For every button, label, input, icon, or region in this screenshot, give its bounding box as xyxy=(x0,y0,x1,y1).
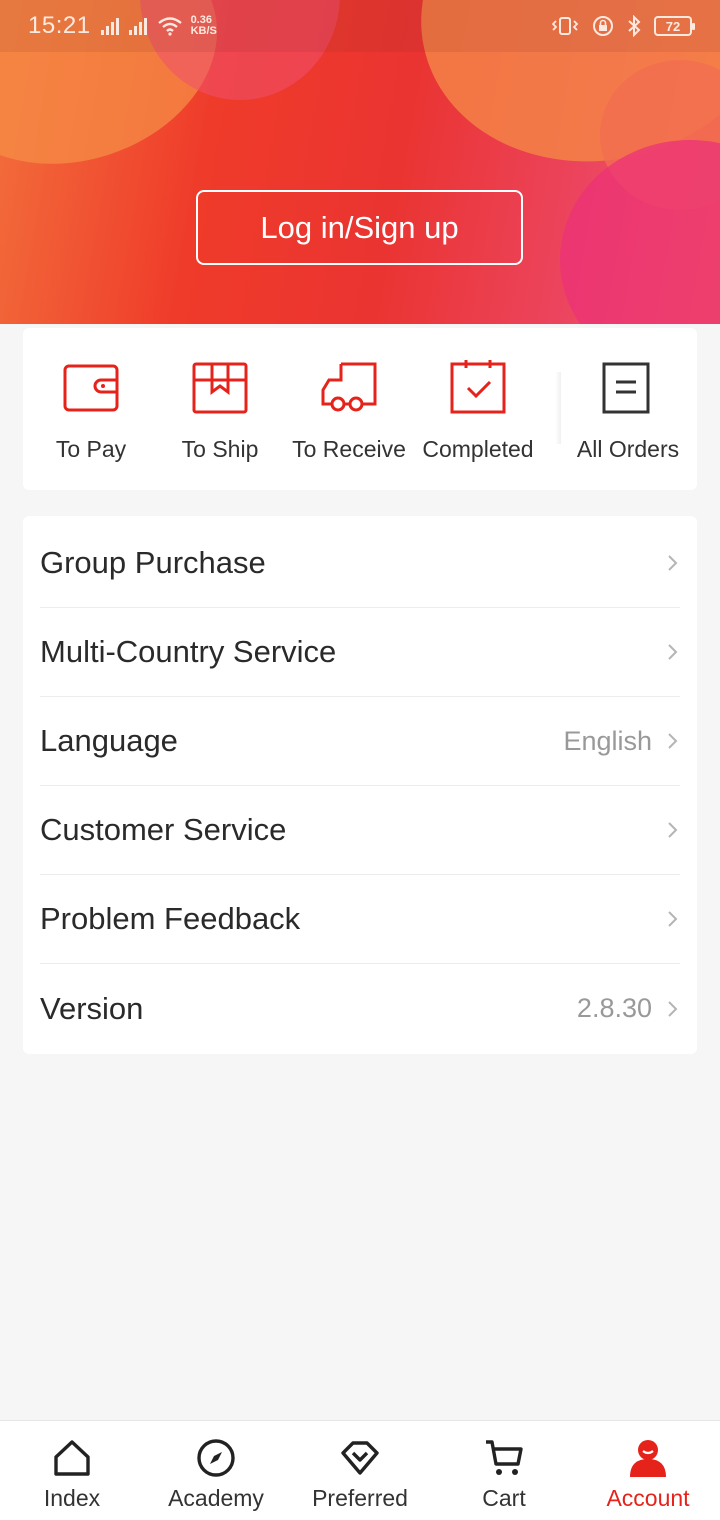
orders-divider xyxy=(555,372,561,444)
rotation-lock-icon xyxy=(593,16,613,36)
nav-index[interactable]: Index xyxy=(0,1421,144,1520)
bottom-nav: Index Academy Preferred Cart Account xyxy=(0,1420,720,1520)
menu-label: Multi-Country Service xyxy=(40,634,337,669)
checked-box-icon xyxy=(450,360,506,414)
chevron-right-icon xyxy=(668,644,678,660)
menu-label: Version xyxy=(40,990,144,1026)
bluetooth-icon xyxy=(628,15,641,37)
home-icon xyxy=(54,1440,90,1476)
menu-item-language[interactable]: Language English xyxy=(40,697,680,786)
chevron-right-icon xyxy=(668,1000,678,1017)
nav-label: Preferred xyxy=(312,1485,408,1511)
chevron-right-icon xyxy=(668,911,678,927)
decor-blob xyxy=(560,140,720,324)
menu-label: Problem Feedback xyxy=(40,901,301,936)
nav-academy[interactable]: Academy xyxy=(144,1421,288,1520)
menu-item-multi-country-service[interactable]: Multi-Country Service xyxy=(40,608,680,697)
menu-label: Group Purchase xyxy=(40,545,266,580)
nav-label: Index xyxy=(43,1485,101,1511)
user-icon xyxy=(630,1440,666,1477)
chevron-right-icon xyxy=(668,555,678,571)
status-bar: 15:21 0.36 KB/S 72 xyxy=(0,0,720,52)
order-label: All Orders xyxy=(576,436,680,462)
order-to-receive[interactable]: To Receive xyxy=(284,328,414,490)
login-signup-button[interactable]: Log in/Sign up xyxy=(196,190,523,265)
orders-card: To Pay To Ship To Receive Completed All … xyxy=(23,328,697,490)
order-label: To Receive xyxy=(292,436,406,462)
account-header: 15:21 0.36 KB/S 72 Log in/Sign up xyxy=(0,0,720,324)
language-value: English xyxy=(563,725,652,756)
package-icon xyxy=(192,362,248,414)
status-time: 15:21 xyxy=(28,12,91,39)
nav-cart[interactable]: Cart xyxy=(432,1421,576,1520)
settings-menu: Group Purchase Multi-Country Service Lan… xyxy=(23,516,697,1054)
status-right: 72 xyxy=(550,15,695,37)
order-label: To Ship xyxy=(181,436,259,462)
nav-account[interactable]: Account xyxy=(576,1421,720,1520)
menu-item-problem-feedback[interactable]: Problem Feedback xyxy=(40,875,680,964)
chevron-right-icon xyxy=(668,822,678,838)
order-list-icon xyxy=(602,362,650,414)
menu-label: Customer Service xyxy=(40,812,287,847)
menu-item-version[interactable]: Version 2.8.30 xyxy=(40,964,680,1053)
order-to-ship[interactable]: To Ship xyxy=(155,328,285,490)
network-speed: 0.36 KB/S xyxy=(191,15,217,37)
version-value: 2.8.30 xyxy=(576,993,652,1023)
nav-label: Cart xyxy=(482,1485,526,1511)
diamond-icon xyxy=(341,1441,379,1475)
vibrate-icon xyxy=(551,17,579,35)
compass-icon xyxy=(197,1439,235,1477)
wallet-icon xyxy=(63,364,119,412)
order-completed[interactable]: Completed xyxy=(413,328,543,490)
order-label: Completed xyxy=(422,436,534,462)
battery-indicator: 72 xyxy=(654,16,695,36)
wifi-icon xyxy=(157,17,182,36)
nav-label: Academy xyxy=(168,1485,264,1511)
signal-icon xyxy=(128,17,147,35)
order-to-pay[interactable]: To Pay xyxy=(26,328,156,490)
nav-preferred[interactable]: Preferred xyxy=(288,1421,432,1520)
menu-item-group-purchase[interactable]: Group Purchase xyxy=(40,519,680,608)
nav-label: Account xyxy=(606,1485,690,1511)
cart-icon xyxy=(486,1440,523,1475)
network-speed-unit: KB/S xyxy=(190,25,217,37)
signal-icon xyxy=(100,17,119,35)
menu-label: Language xyxy=(40,723,178,758)
menu-item-customer-service[interactable]: Customer Service xyxy=(40,786,680,875)
order-label: To Pay xyxy=(55,436,127,462)
truck-icon xyxy=(321,362,377,412)
account-page: 15:21 0.36 KB/S 72 Log in/Sign up To Pay… xyxy=(0,0,720,1520)
chevron-right-icon xyxy=(668,733,678,749)
order-all-orders[interactable]: All Orders xyxy=(563,328,693,490)
